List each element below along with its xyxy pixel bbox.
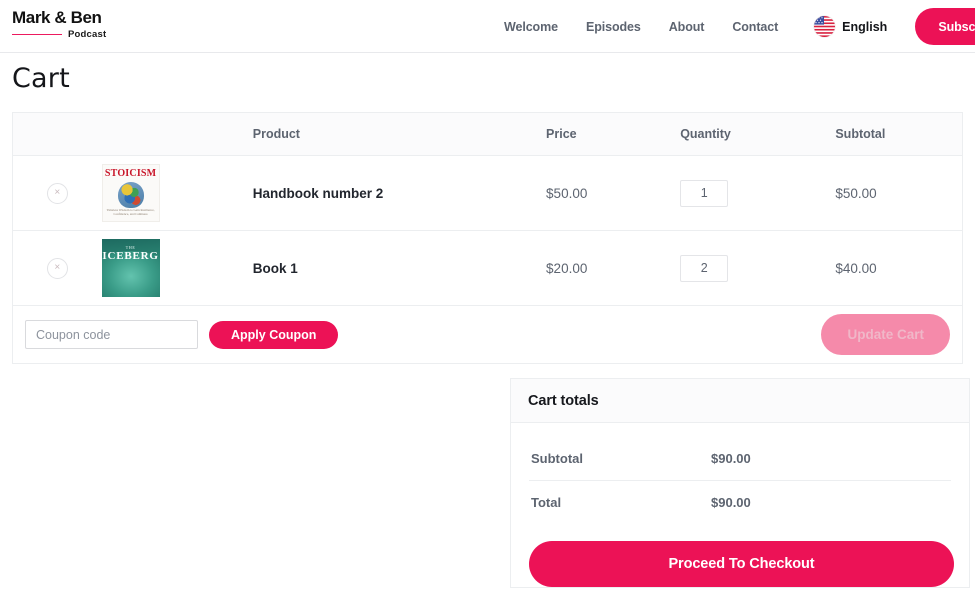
totals-value-total: $90.00 <box>711 495 751 510</box>
subscribe-button[interactable]: Subscribe <box>915 8 975 45</box>
remove-cell: × <box>12 155 102 231</box>
thumbnail-title: STOICISM <box>104 168 157 179</box>
column-header-subtotal: Subtotal <box>835 112 963 156</box>
product-name-cell: Handbook number 2 <box>252 155 547 231</box>
page-title: Cart <box>12 63 70 94</box>
nav-link-about[interactable]: About <box>655 20 719 34</box>
product-price: $20.00 <box>546 230 681 306</box>
us-flag-icon <box>814 16 836 37</box>
column-header-thumbnail <box>101 112 253 156</box>
language-label: English <box>842 19 888 34</box>
thumbnail-cell: STOICISM Timeless Wisdom to Gain Resilie… <box>101 155 253 231</box>
product-link[interactable]: Handbook number 2 <box>253 186 384 201</box>
totals-value-subtotal: $90.00 <box>711 437 951 481</box>
totals-label-total: Total <box>531 495 562 510</box>
quantity-cell <box>680 155 836 231</box>
coupon-input[interactable] <box>25 320 198 349</box>
totals-label-subtotal: Subtotal <box>529 437 711 481</box>
nav-link-episodes[interactable]: Episodes <box>572 20 655 34</box>
cart-totals-body: Subtotal $90.00 Total $90.00 Proceed To … <box>511 423 969 587</box>
cart-totals-panel: Cart totals Subtotal $90.00 Total $90.00… <box>510 378 970 588</box>
remove-item-button[interactable]: × <box>46 257 68 279</box>
brand-logo[interactable]: Mark & Ben Podcast <box>12 8 172 40</box>
totals-row-subtotal: Subtotal $90.00 <box>529 437 951 481</box>
cart-totals-title: Cart totals <box>528 392 599 409</box>
brand-name: Mark & Ben <box>12 8 102 27</box>
nav-link-contact[interactable]: Contact <box>718 20 792 34</box>
remove-cell: × <box>12 230 102 306</box>
thumbnail-subtitle: Timeless Wisdom to Gain Resilience, Conf… <box>106 207 155 217</box>
brand-tagline: Podcast <box>68 29 107 40</box>
site-header: Mark & Ben Podcast Welcome Episodes Abou… <box>0 0 975 53</box>
column-header-price: Price <box>546 112 681 156</box>
brand-rule-icon <box>12 33 62 36</box>
thumbnail-title: ICEBERG <box>102 250 159 262</box>
brand-subtitle: Podcast <box>12 29 172 40</box>
product-name-cell: Book 1 <box>252 230 547 306</box>
product-price: $50.00 <box>546 155 681 231</box>
thumbnail-cell: THE ICEBERG <box>101 230 253 306</box>
proceed-to-checkout-button[interactable]: Proceed To Checkout <box>529 541 954 587</box>
product-subtotal: $50.00 <box>835 155 963 231</box>
table-row: × THE ICEBERG Book 1 $20.00 $40.00 <box>12 230 963 306</box>
column-header-quantity: Quantity <box>680 112 836 156</box>
cart-actions-row: Apply Coupon Update Cart <box>13 306 963 364</box>
cart-totals-table: Subtotal $90.00 Total $90.00 <box>529 437 951 524</box>
cart-totals-header: Cart totals <box>511 379 969 423</box>
table-row: × STOICISM Timeless Wisdom to Gain Resil… <box>12 155 963 231</box>
product-link[interactable]: Book 1 <box>253 261 298 276</box>
column-header-remove <box>12 112 102 156</box>
nav-link-welcome[interactable]: Welcome <box>490 20 572 34</box>
column-header-product: Product <box>252 112 547 156</box>
product-subtotal: $40.00 <box>835 230 963 306</box>
totals-row-total: Total $90.00 <box>529 481 951 525</box>
quantity-input[interactable] <box>680 179 729 207</box>
product-thumbnail-iceberg[interactable]: THE ICEBERG <box>101 239 160 297</box>
main-nav: Welcome Episodes About Contact English S… <box>490 0 975 53</box>
cart-table: Product Price Quantity Subtotal × STOICI… <box>12 112 963 364</box>
quantity-cell <box>680 230 836 306</box>
thumbnail-artwork-icon <box>117 182 144 208</box>
quantity-input[interactable] <box>680 254 729 282</box>
product-thumbnail-stoicism[interactable]: STOICISM Timeless Wisdom to Gain Resilie… <box>101 164 160 222</box>
cart-table-header-row: Product Price Quantity Subtotal <box>12 112 963 156</box>
language-switcher[interactable]: English <box>814 16 887 37</box>
update-cart-button[interactable]: Update Cart <box>821 314 950 355</box>
remove-item-button[interactable]: × <box>46 182 68 204</box>
apply-coupon-button[interactable]: Apply Coupon <box>209 320 339 349</box>
cart-section: Product Price Quantity Subtotal × STOICI… <box>0 112 975 364</box>
